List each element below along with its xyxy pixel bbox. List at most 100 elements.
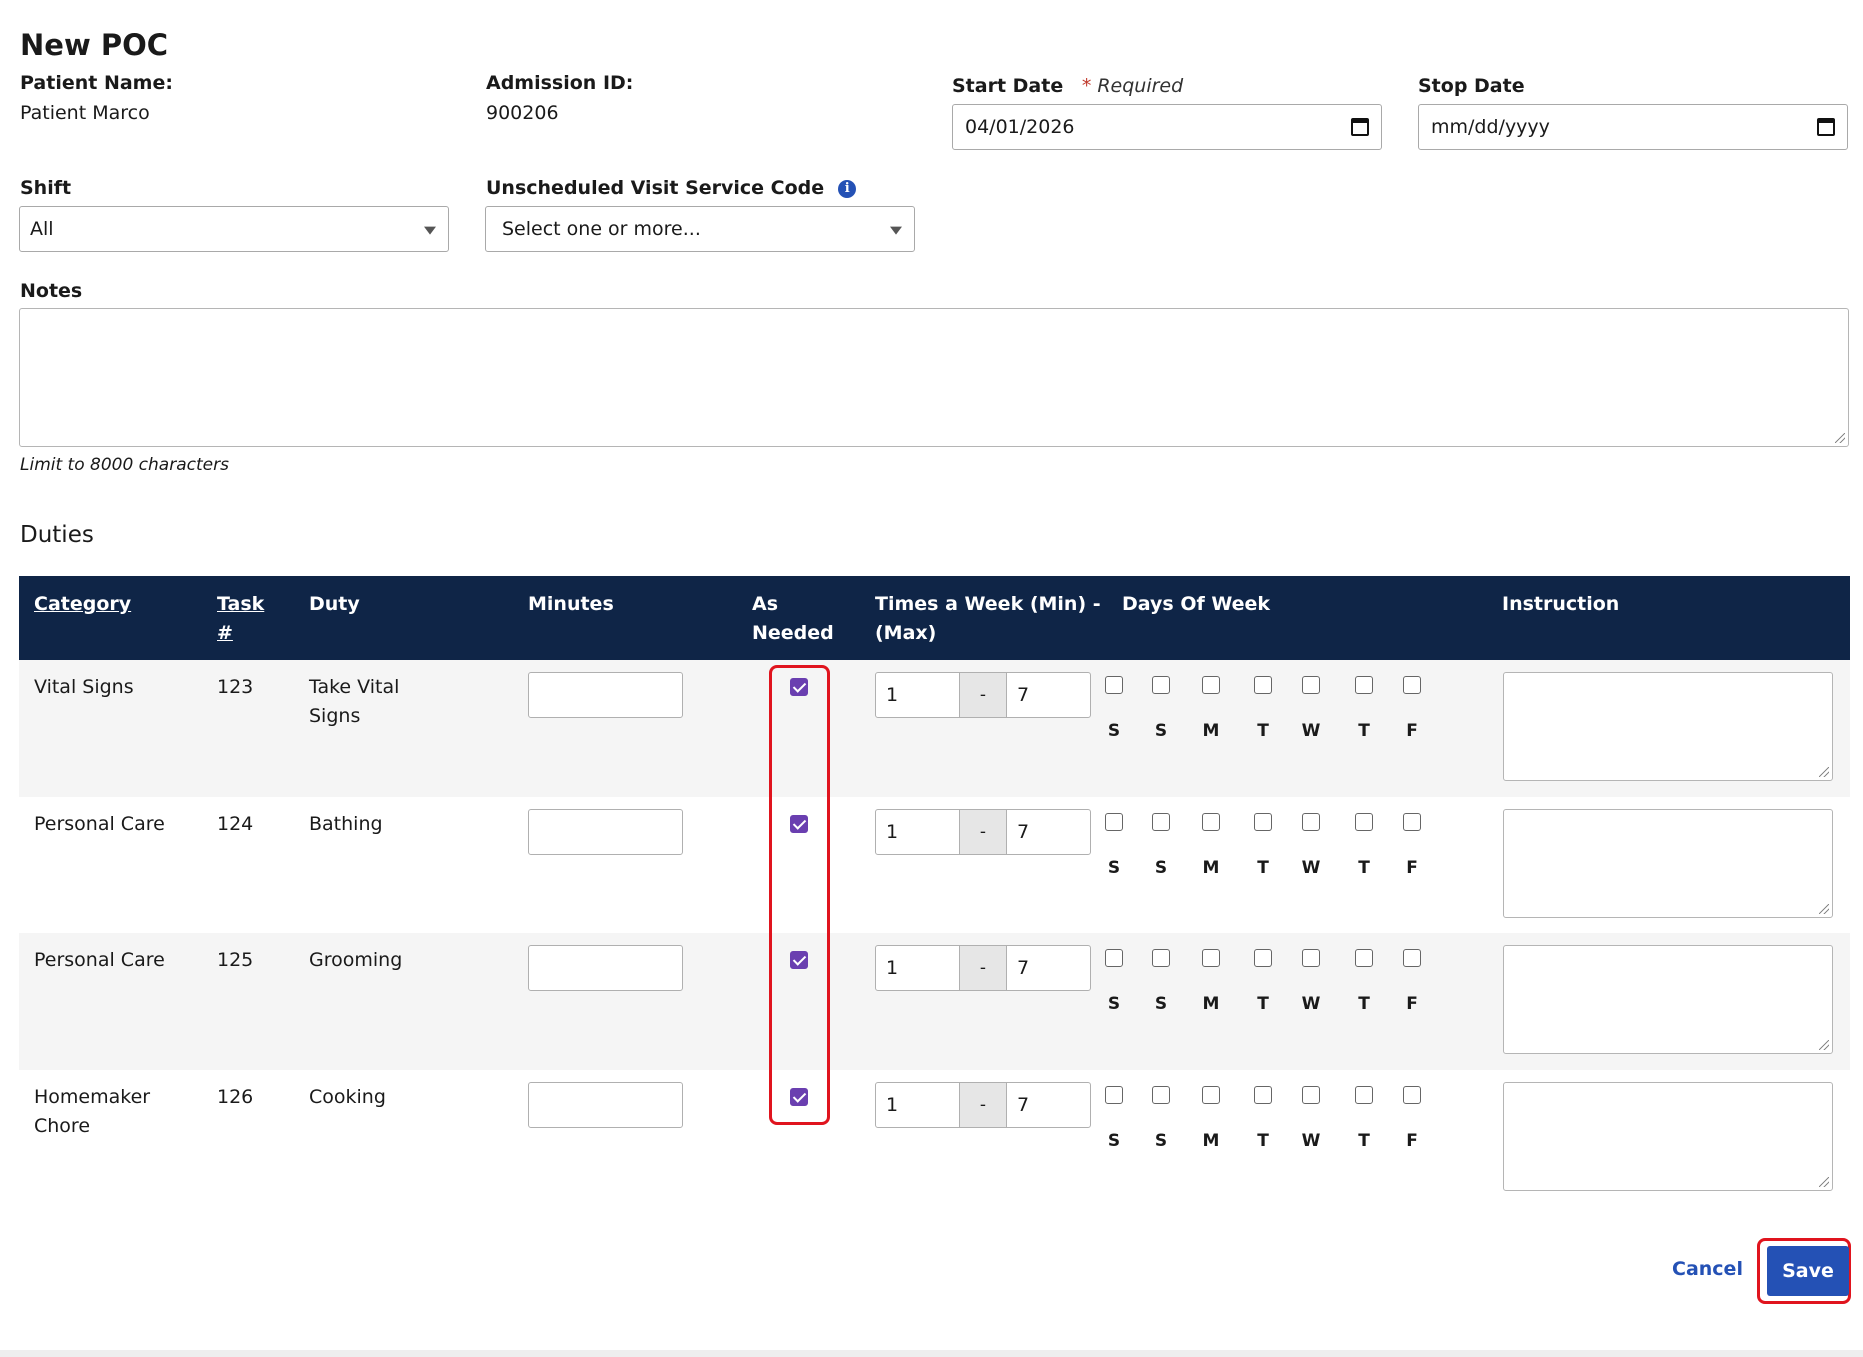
day-label: S bbox=[1154, 994, 1168, 1014]
calendar-icon[interactable] bbox=[1817, 118, 1835, 136]
day-checkbox[interactable] bbox=[1105, 812, 1123, 831]
day-checkbox[interactable] bbox=[1355, 1085, 1373, 1104]
times-max-input[interactable]: 7 bbox=[1007, 673, 1090, 717]
day-checkbox[interactable] bbox=[1105, 1085, 1123, 1104]
header-as-needed-line1: As bbox=[752, 593, 779, 615]
chevron-down-icon bbox=[424, 226, 436, 235]
day-checkbox[interactable] bbox=[1403, 812, 1421, 831]
day-checkbox[interactable] bbox=[1302, 949, 1320, 967]
uvsc-placeholder: Select one or more... bbox=[502, 218, 701, 240]
required-text: Required bbox=[1097, 75, 1184, 97]
day-label: T bbox=[1358, 994, 1370, 1014]
day-label: S bbox=[1154, 857, 1168, 878]
day-checkbox[interactable] bbox=[1152, 1085, 1170, 1104]
header-as-needed-line2: Needed bbox=[752, 622, 834, 644]
day-checkbox[interactable] bbox=[1152, 949, 1170, 967]
day-label: S bbox=[1154, 1130, 1168, 1151]
uvsc-multiselect[interactable]: Select one or more... bbox=[485, 206, 915, 252]
minutes-input[interactable] bbox=[528, 945, 683, 991]
table-row: Personal Care 124 Bathing 1-7 S S M T W T F bbox=[19, 797, 1850, 934]
cancel-button[interactable]: Cancel bbox=[1672, 1258, 1743, 1280]
times-max-input[interactable]: 7 bbox=[1007, 1083, 1090, 1127]
day-checkbox[interactable] bbox=[1403, 1085, 1421, 1104]
duties-title: Duties bbox=[20, 522, 94, 548]
day-label: T bbox=[1358, 857, 1370, 878]
header-duty: Duty bbox=[309, 593, 360, 615]
day-label: S bbox=[1107, 857, 1121, 878]
resize-handle-icon[interactable] bbox=[1819, 1176, 1829, 1187]
header-task[interactable]: Task # bbox=[217, 590, 264, 648]
header-task-line2: # bbox=[217, 622, 233, 644]
resize-handle-icon[interactable] bbox=[1819, 767, 1829, 777]
times-min-input[interactable]: 1 bbox=[876, 673, 959, 717]
day-checkbox[interactable] bbox=[1254, 1085, 1272, 1104]
times-max-input[interactable]: 7 bbox=[1007, 946, 1090, 990]
page-footer-bar bbox=[0, 1350, 1863, 1357]
save-button[interactable]: Save bbox=[1767, 1246, 1849, 1296]
day-checkbox[interactable] bbox=[1254, 949, 1272, 967]
instruction-textarea[interactable] bbox=[1503, 1081, 1833, 1191]
day-checkbox[interactable] bbox=[1202, 676, 1220, 694]
calendar-icon[interactable] bbox=[1351, 118, 1369, 136]
day-checkbox[interactable] bbox=[1105, 676, 1123, 694]
day-checkbox[interactable] bbox=[1202, 1085, 1220, 1104]
row-category: Personal Care bbox=[34, 810, 165, 839]
stop-date-label: Stop Date bbox=[1418, 75, 1525, 97]
header-category[interactable]: Category bbox=[34, 590, 131, 619]
instruction-textarea[interactable] bbox=[1503, 945, 1833, 1054]
instruction-textarea[interactable] bbox=[1503, 808, 1833, 918]
day-checkbox[interactable] bbox=[1254, 676, 1272, 694]
table-row: Homemaker Chore 126 Cooking 1-7 S S M T W T F bbox=[19, 1070, 1850, 1207]
row-task-number: 124 bbox=[217, 812, 254, 835]
shift-value: All bbox=[30, 218, 54, 240]
instruction-textarea[interactable] bbox=[1503, 672, 1833, 781]
day-label: S bbox=[1107, 994, 1121, 1014]
minutes-input[interactable] bbox=[528, 672, 683, 718]
day-label: T bbox=[1257, 857, 1269, 878]
day-label: T bbox=[1257, 1130, 1269, 1151]
day-checkbox[interactable] bbox=[1355, 676, 1373, 694]
day-label: F bbox=[1406, 994, 1418, 1014]
day-checkbox[interactable] bbox=[1202, 949, 1220, 967]
stop-date-input[interactable]: mm/dd/yyyy bbox=[1418, 104, 1848, 150]
day-label: F bbox=[1406, 1130, 1418, 1151]
day-label: F bbox=[1406, 857, 1418, 878]
notes-hint: Limit to 8000 characters bbox=[20, 455, 229, 475]
resize-handle-icon[interactable] bbox=[1819, 1040, 1829, 1050]
times-max-input[interactable]: 7 bbox=[1007, 810, 1090, 854]
day-label: M bbox=[1202, 721, 1220, 741]
day-label: M bbox=[1202, 857, 1220, 878]
day-checkbox[interactable] bbox=[1202, 812, 1220, 831]
day-checkbox[interactable] bbox=[1355, 949, 1373, 967]
day-checkbox[interactable] bbox=[1152, 812, 1170, 831]
times-a-week-range: 1-7 bbox=[875, 1081, 1091, 1128]
day-checkbox[interactable] bbox=[1254, 812, 1272, 831]
row-task-number: 125 bbox=[217, 949, 254, 971]
resize-handle-icon[interactable] bbox=[1819, 903, 1829, 914]
shift-select[interactable]: All bbox=[19, 206, 449, 252]
minutes-input[interactable] bbox=[528, 808, 683, 855]
row-duty: Bathing bbox=[309, 810, 383, 839]
day-label: T bbox=[1358, 721, 1370, 741]
uvsc-label: Unscheduled Visit Service Code i bbox=[486, 177, 857, 199]
row-category: Personal Care bbox=[34, 946, 165, 975]
header-task-line1: Task bbox=[217, 593, 265, 615]
day-checkbox[interactable] bbox=[1302, 1085, 1320, 1104]
start-date-input[interactable]: 04/01/2026 bbox=[952, 104, 1382, 150]
minutes-input[interactable] bbox=[528, 1081, 683, 1128]
day-checkbox[interactable] bbox=[1403, 949, 1421, 967]
times-min-input[interactable]: 1 bbox=[876, 946, 959, 990]
row-category: Vital Signs bbox=[34, 673, 134, 702]
notes-textarea[interactable] bbox=[19, 308, 1849, 447]
day-checkbox[interactable] bbox=[1355, 812, 1373, 831]
info-icon[interactable]: i bbox=[838, 180, 857, 198]
day-checkbox[interactable] bbox=[1152, 676, 1170, 694]
times-min-input[interactable]: 1 bbox=[876, 810, 959, 854]
resize-handle-icon[interactable] bbox=[1835, 433, 1845, 443]
day-checkbox[interactable] bbox=[1302, 812, 1320, 831]
day-checkbox[interactable] bbox=[1403, 676, 1421, 694]
times-min-input[interactable]: 1 bbox=[876, 1083, 959, 1127]
day-checkbox[interactable] bbox=[1302, 676, 1320, 694]
day-checkbox[interactable] bbox=[1105, 949, 1123, 967]
table-row: Personal Care 125 Grooming 1-7 S S M T W T F bbox=[19, 933, 1850, 1070]
